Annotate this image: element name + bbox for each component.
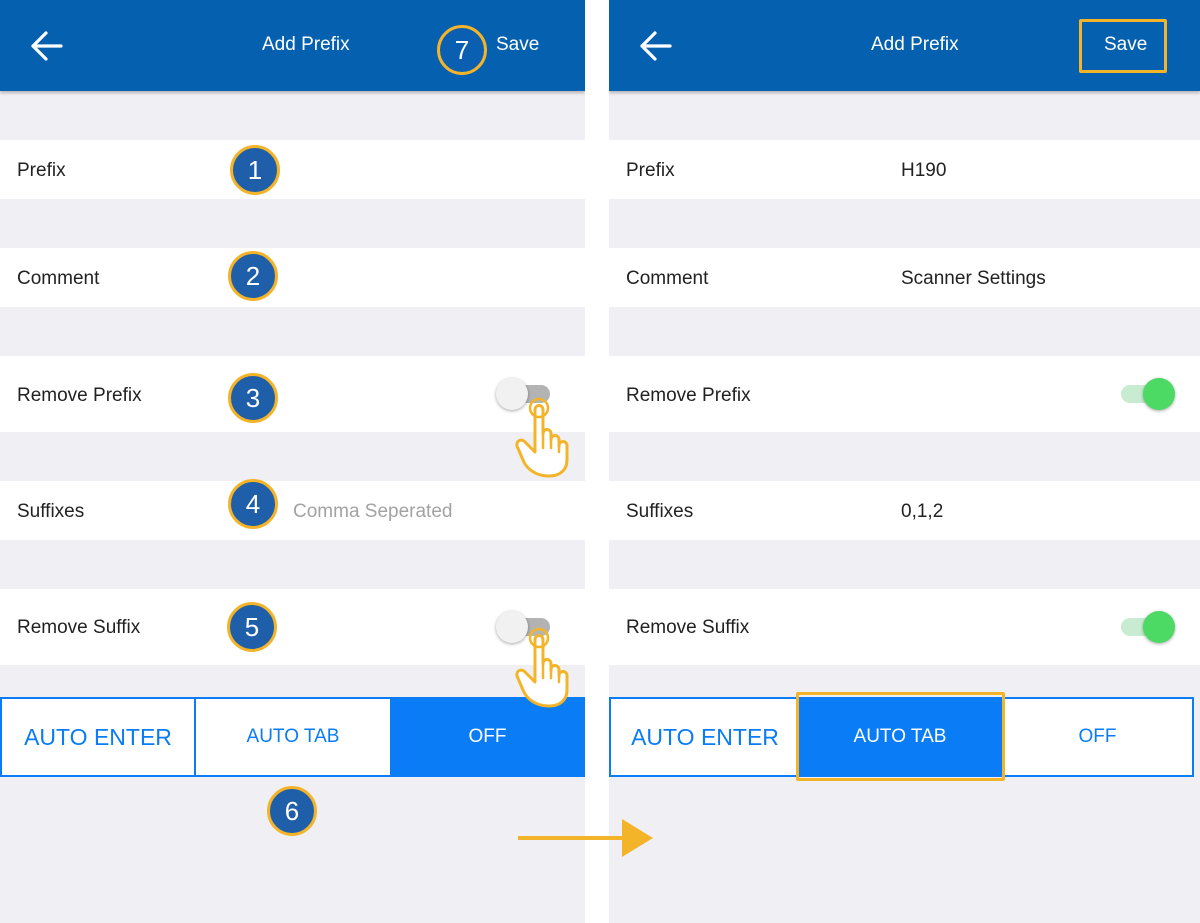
- step-badge-3: 3: [228, 373, 278, 423]
- step-badge-1: 1: [230, 145, 280, 195]
- back-arrow-icon[interactable]: [639, 30, 673, 62]
- remove-prefix-label: Remove Prefix: [17, 385, 142, 406]
- right-screen: Add Prefix Save Prefix H190 Comment Scan…: [609, 0, 1200, 923]
- off-label: OFF: [468, 726, 507, 747]
- remove-suffix-row: Remove Suffix: [0, 589, 585, 665]
- off-label: OFF: [1078, 726, 1117, 747]
- remove-suffix-row: Remove Suffix: [609, 589, 1200, 665]
- toggle-knob: [1143, 378, 1175, 410]
- remove-suffix-label: Remove Suffix: [626, 617, 750, 638]
- app-bar: Add Prefix Save: [0, 0, 585, 91]
- step-badge-7: 7: [437, 25, 487, 75]
- remove-suffix-label: Remove Suffix: [17, 617, 141, 638]
- page-title: Add Prefix: [871, 34, 959, 55]
- auto-tab-option[interactable]: AUTO TAB: [194, 697, 392, 777]
- auto-tab-highlight-box: [796, 692, 1005, 781]
- app-bar: Add Prefix Save: [609, 0, 1200, 91]
- hand-pointer-icon: [513, 620, 573, 712]
- suffixes-field[interactable]: Suffixes 0,1,2: [609, 481, 1200, 540]
- enter-mode-segmented-control: AUTO ENTER AUTO TAB OFF: [0, 697, 585, 777]
- step-badge-6: 6: [267, 786, 317, 836]
- page-title: Add Prefix: [262, 34, 350, 55]
- remove-prefix-row: Remove Prefix: [609, 356, 1200, 432]
- suffixes-field[interactable]: Suffixes Comma Seperated: [0, 481, 585, 540]
- auto-enter-label: AUTO ENTER: [631, 723, 779, 750]
- suffixes-value: 0,1,2: [901, 501, 944, 522]
- auto-enter-label: AUTO ENTER: [24, 723, 172, 750]
- prefix-field[interactable]: Prefix H190: [609, 140, 1200, 199]
- step-badge-4: 4: [228, 479, 278, 529]
- auto-tab-label: AUTO TAB: [246, 726, 340, 747]
- toggle-knob: [1143, 611, 1175, 643]
- back-arrow-icon[interactable]: [30, 30, 64, 62]
- comment-field[interactable]: Comment Scanner Settings: [609, 248, 1200, 307]
- prefix-label: Prefix: [17, 160, 66, 181]
- comment-label: Comment: [626, 268, 709, 289]
- step-badge-2: 2: [228, 251, 278, 301]
- comment-value: Scanner Settings: [901, 268, 1046, 289]
- prefix-field[interactable]: Prefix: [0, 140, 585, 199]
- arrow-right-icon: [516, 818, 656, 858]
- comment-field[interactable]: Comment: [0, 248, 585, 307]
- auto-enter-option[interactable]: AUTO ENTER: [609, 697, 801, 777]
- comment-label: Comment: [17, 268, 100, 289]
- save-button[interactable]: Save: [496, 34, 539, 56]
- suffixes-placeholder: Comma Seperated: [293, 501, 453, 522]
- remove-prefix-row: Remove Prefix: [0, 356, 585, 432]
- prefix-value: H190: [901, 160, 947, 181]
- left-screen: Add Prefix Save Prefix Comment Remove Pr…: [0, 0, 585, 923]
- hand-pointer-icon: [513, 390, 573, 482]
- remove-prefix-label: Remove Prefix: [626, 385, 751, 406]
- off-option[interactable]: OFF: [1001, 697, 1194, 777]
- suffixes-label: Suffixes: [626, 501, 694, 522]
- save-highlight-box: [1079, 19, 1167, 73]
- remove-suffix-toggle[interactable]: [1117, 610, 1175, 644]
- step-badge-5: 5: [227, 602, 277, 652]
- auto-enter-option[interactable]: AUTO ENTER: [0, 697, 196, 777]
- prefix-label: Prefix: [626, 160, 675, 181]
- remove-prefix-toggle[interactable]: [1117, 377, 1175, 411]
- suffixes-label: Suffixes: [17, 501, 85, 522]
